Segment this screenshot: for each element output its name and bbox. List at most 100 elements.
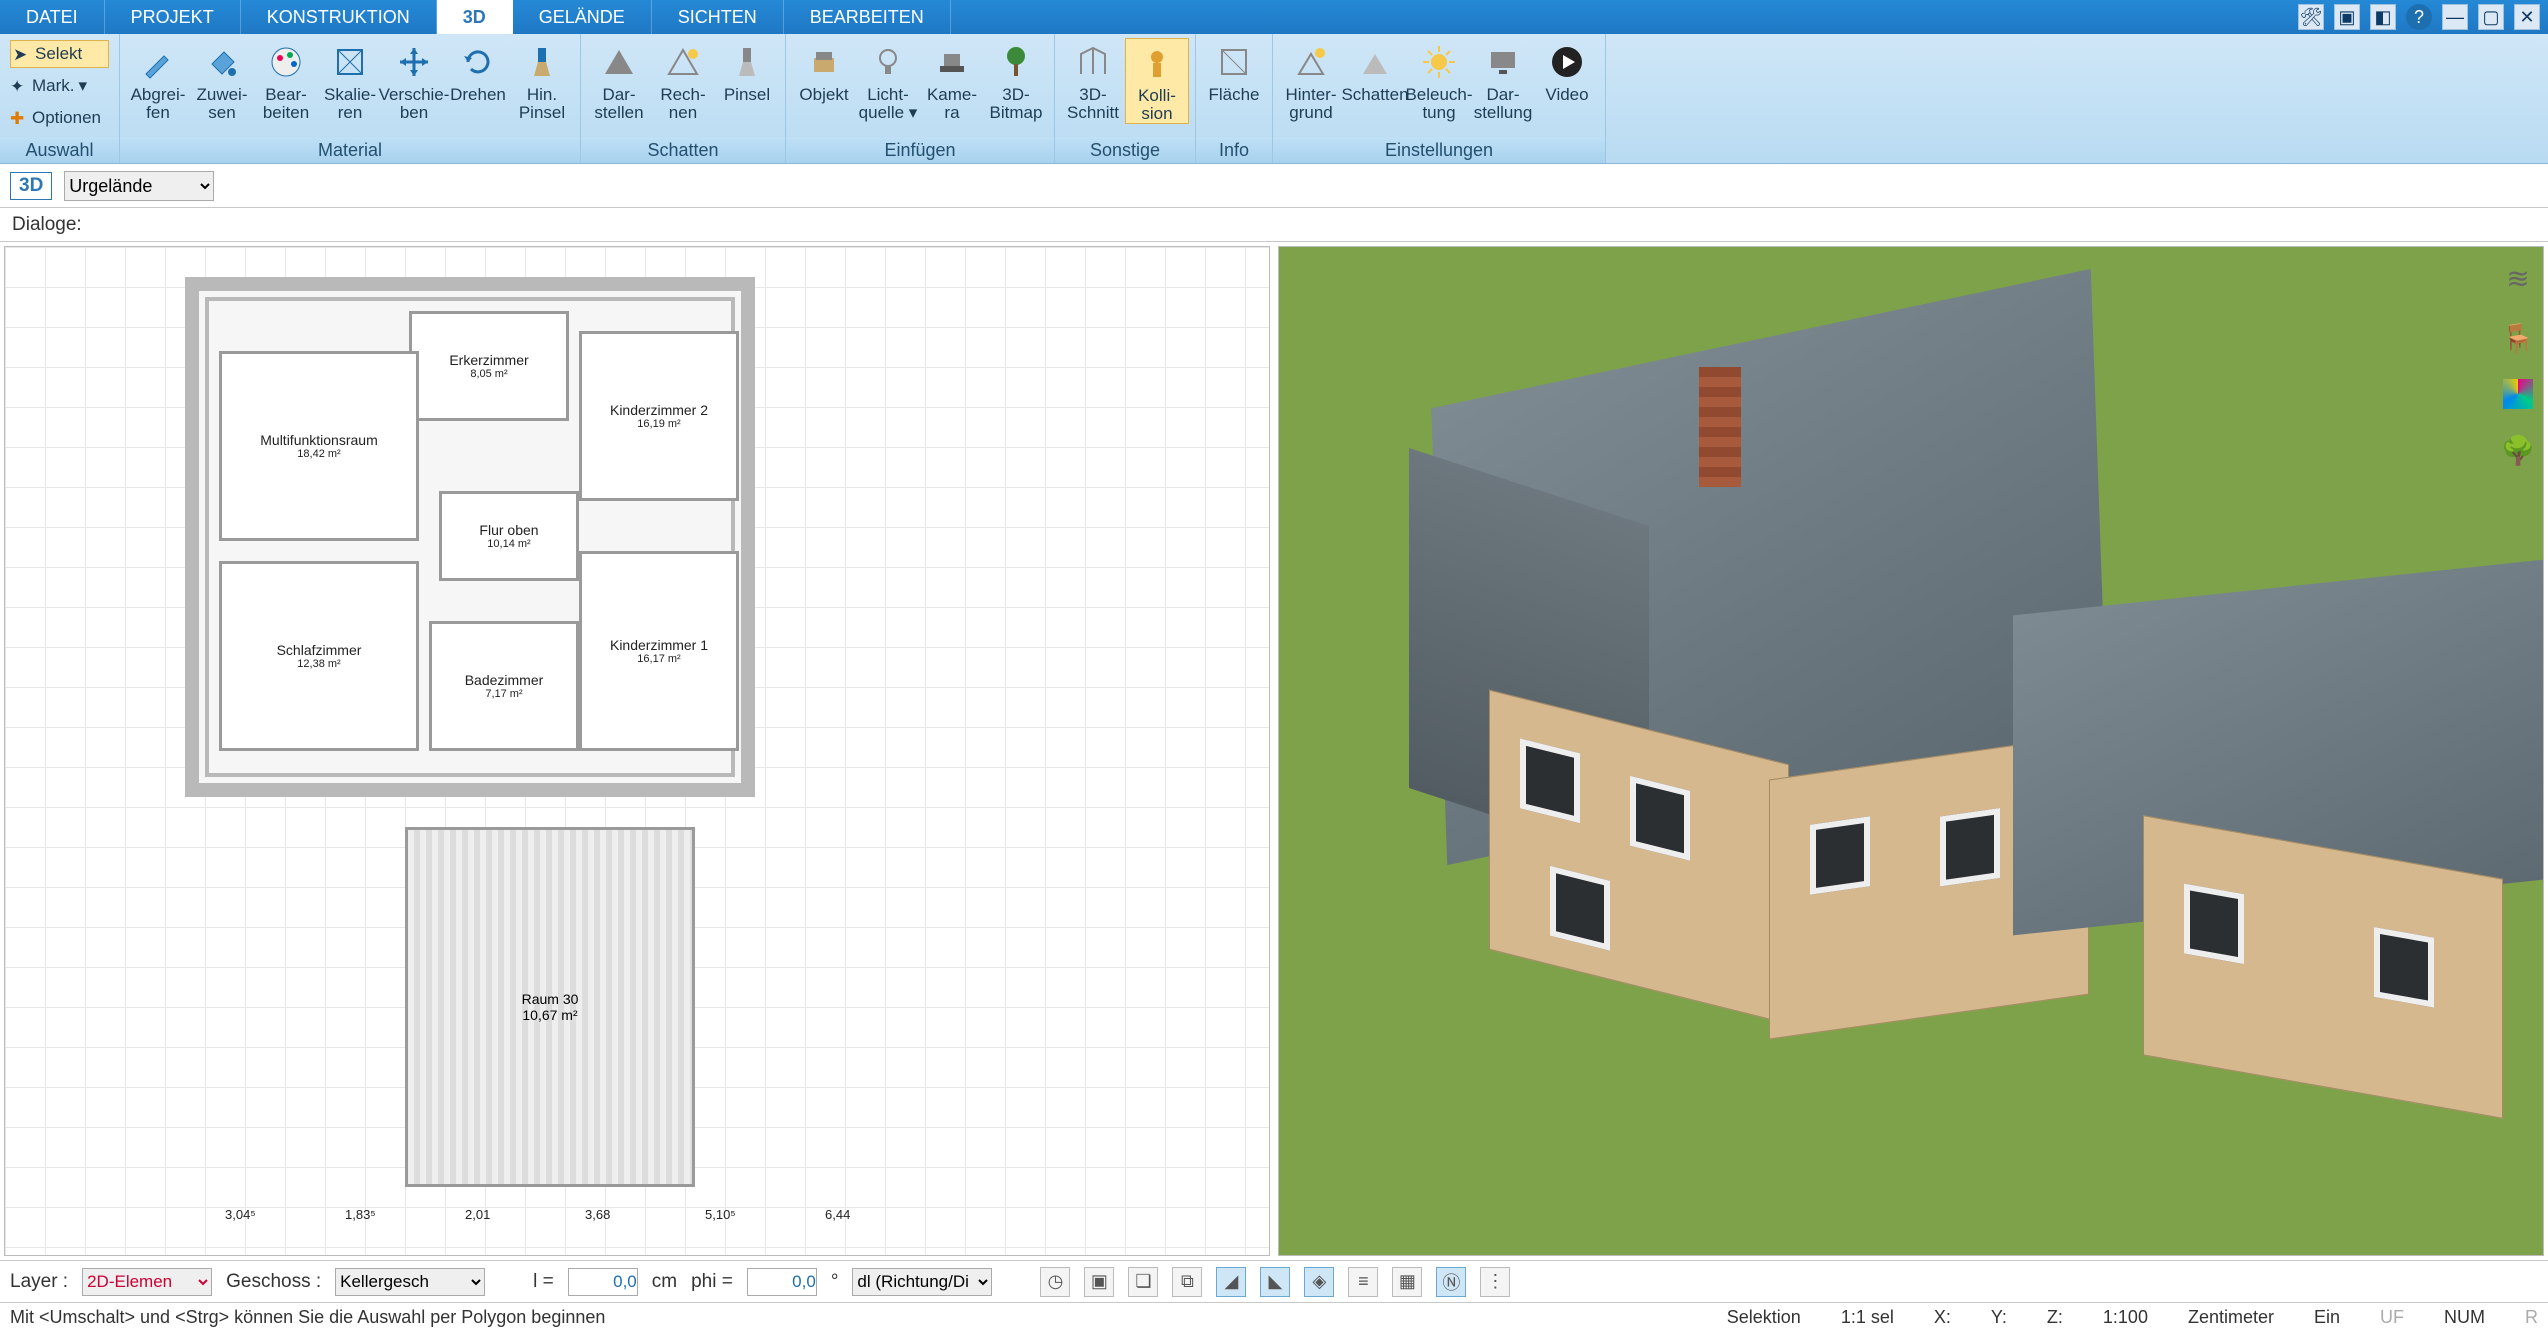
layers2-icon[interactable]: ≡ [1348, 1267, 1378, 1297]
tab-datei[interactable]: DATEI [0, 0, 105, 34]
group-title-info: Info [1196, 137, 1272, 163]
status-scale: 1:100 [2103, 1307, 2148, 1328]
ribbon-btn[interactable]: Bear-beiten [254, 38, 318, 122]
unit-cm: cm [652, 1271, 677, 1293]
ribbon-label: Pinsel [724, 86, 770, 104]
mode-badge: 3D [10, 172, 52, 200]
ribbon-btn[interactable]: Skalie-ren [318, 38, 382, 122]
window [2374, 927, 2434, 1008]
box-icon[interactable]: ▣ [2334, 4, 2360, 30]
group-title-einstellungen: Einstellungen [1273, 137, 1605, 163]
tab-bearbeiten[interactable]: BEARBEITEN [784, 0, 951, 34]
ribbon-btn[interactable]: Kame-ra [920, 38, 984, 122]
ribbon-icon [1214, 42, 1254, 82]
ribbon-label: Schatten [1341, 86, 1408, 104]
direction-select[interactable]: dl (Richtung/Di [852, 1268, 992, 1296]
group-title-material: Material [120, 137, 580, 163]
ribbon-icon [1547, 42, 1587, 82]
ribbon-icon [1419, 42, 1459, 82]
status-z: Z: [2047, 1307, 2063, 1328]
room-area: 16,19 m² [637, 418, 680, 430]
tools-icon[interactable]: 🛠 [2298, 4, 2324, 30]
workspace: Erkerzimmer8,05 m²Kinderzimmer 216,19 m²… [0, 242, 2548, 1260]
cursor-icon: ➤ [13, 45, 31, 63]
north-icon[interactable]: Ⓝ [1436, 1267, 1466, 1297]
status-uf: UF [2380, 1307, 2404, 1328]
ribbon-label: Objekt [799, 86, 848, 104]
ribbon-btn[interactable]: Abgrei-fen [126, 38, 190, 122]
selekt-button[interactable]: ➤Selekt [10, 40, 109, 68]
tab-projekt[interactable]: PROJEKT [105, 0, 241, 34]
ribbon-group-schatten: Dar-stellenRech-nenPinsel Schatten [581, 34, 786, 163]
minimize-icon[interactable]: — [2442, 4, 2468, 30]
ribbon-btn[interactable]: Hinter-grund [1279, 38, 1343, 122]
ribbon-btn[interactable]: Schatten [1343, 38, 1407, 104]
ribbon-btn[interactable]: Beleuch-tung [1407, 38, 1471, 122]
view-2d[interactable]: Erkerzimmer8,05 m²Kinderzimmer 216,19 m²… [4, 246, 1270, 1256]
help-icon[interactable]: ? [2406, 4, 2432, 30]
geschoss-label: Geschoss : [226, 1271, 321, 1293]
layer-select[interactable]: 2D-Elemen [82, 1268, 212, 1296]
rec-icon[interactable]: ▣ [1084, 1267, 1114, 1297]
mark-button[interactable]: ✦Mark. ▾ [10, 72, 109, 100]
ribbon-btn[interactable]: Rech-nen [651, 38, 715, 122]
ribbon-label: Dar-stellung [1474, 86, 1533, 122]
room-area: 12,38 m² [297, 658, 340, 670]
more-icon[interactable]: ⋮ [1480, 1267, 1510, 1297]
view-3d[interactable]: ≋ 🪑 🌳 [1278, 246, 2544, 1256]
room: Kinderzimmer 116,17 m² [579, 551, 739, 751]
close-icon[interactable]: ✕ [2514, 4, 2540, 30]
palette-icon[interactable] [2503, 379, 2533, 409]
ribbon-btn[interactable]: Dar-stellung [1471, 38, 1535, 122]
ribbon-btn[interactable]: Verschie-ben [382, 38, 446, 122]
restore-icon[interactable]: ▢ [2478, 4, 2504, 30]
terrace: Raum 30 10,67 m² [405, 827, 695, 1187]
snap1-icon[interactable]: ◢ [1216, 1267, 1246, 1297]
ribbon: ➤Selekt ✦Mark. ▾ ✚Optionen Auswahl Abgre… [0, 34, 2548, 164]
tab-3d[interactable]: 3D [437, 0, 513, 34]
room-area: 18,42 m² [297, 448, 340, 460]
ribbon-label: Verschie-ben [379, 86, 450, 122]
ribbon-label: Rech-nen [660, 86, 705, 122]
phi-input[interactable] [747, 1268, 817, 1296]
ribbon-btn[interactable]: Video [1535, 38, 1599, 104]
clock-icon[interactable]: ◷ [1040, 1267, 1070, 1297]
ribbon-group-info: Fläche Info [1196, 34, 1273, 163]
status-num: NUM [2444, 1307, 2485, 1328]
tab-gelaende[interactable]: GELÄNDE [513, 0, 652, 34]
ribbon-group-einstellungen: Hinter-grund SchattenBeleuch-tungDar-stel… [1273, 34, 1606, 163]
copy-icon[interactable]: ⧉ [1172, 1267, 1202, 1297]
geschoss-select[interactable]: Kellergesch [335, 1268, 485, 1296]
ribbon-btn[interactable]: 3D-Bitmap [984, 38, 1048, 122]
ribbon-btn[interactable]: Fläche [1202, 38, 1266, 104]
ribbon-btn[interactable]: Hin.Pinsel [510, 38, 574, 122]
length-input[interactable] [568, 1268, 638, 1296]
ribbon-btn[interactable]: Pinsel [715, 38, 779, 104]
room-name: Multifunktionsraum [260, 432, 378, 448]
ribbon-btn[interactable]: Kolli-sion [1125, 38, 1189, 124]
furniture-icon[interactable]: 🪑 [2499, 319, 2537, 357]
ribbon-btn[interactable]: 3D-Schnitt [1061, 38, 1125, 122]
tab-sichten[interactable]: SICHTEN [652, 0, 784, 34]
menu-bar: DATEI PROJEKT KONSTRUKTION 3D GELÄNDE SI… [0, 0, 2548, 34]
window-icon[interactable]: ◧ [2370, 4, 2396, 30]
snap3-icon[interactable]: ◈ [1304, 1267, 1334, 1297]
tree-icon[interactable]: 🌳 [2499, 431, 2537, 469]
tab-konstruktion[interactable]: KONSTRUKTION [241, 0, 437, 34]
ribbon-btn[interactable]: Dar-stellen [587, 38, 651, 122]
snap2-icon[interactable]: ◣ [1260, 1267, 1290, 1297]
ribbon-icon [1291, 42, 1331, 82]
ribbon-label: Hinter-grund [1285, 86, 1336, 122]
ribbon-btn[interactable]: Objekt [792, 38, 856, 104]
ribbon-label: Abgrei-fen [131, 86, 186, 122]
ribbon-label: 3D-Schnitt [1067, 86, 1119, 122]
ribbon-icon [458, 42, 498, 82]
stack-icon[interactable]: ❏ [1128, 1267, 1158, 1297]
ribbon-btn[interactable]: Licht-quelle ▾ [856, 38, 920, 122]
optionen-button[interactable]: ✚Optionen [10, 104, 109, 132]
terrain-select[interactable]: Urgelände [64, 171, 214, 201]
ribbon-btn[interactable]: Zuwei-sen [190, 38, 254, 122]
grid-icon[interactable]: ▦ [1392, 1267, 1422, 1297]
layers-icon[interactable]: ≋ [2499, 259, 2537, 297]
ribbon-btn[interactable]: Drehen [446, 38, 510, 104]
